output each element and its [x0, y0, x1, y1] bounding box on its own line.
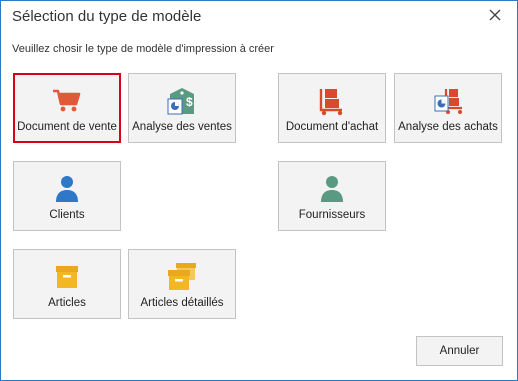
- supplier-person-icon: [316, 174, 348, 204]
- shopping-cart-icon: [51, 86, 83, 116]
- tile-label: Fournisseurs: [298, 209, 366, 221]
- tile-label: Articles détaillés: [140, 297, 224, 309]
- tile-label: Analyse des ventes: [132, 121, 232, 133]
- tile-label: Clients: [49, 209, 85, 221]
- price-tag-chart-icon: $: [166, 86, 198, 116]
- dialog-title: Sélection du type de modèle: [12, 8, 202, 25]
- tile-purchase-analysis[interactable]: Analyse des achats: [394, 73, 502, 143]
- customer-person-icon: [51, 174, 83, 204]
- stacked-boxes-icon: [166, 262, 198, 292]
- svg-text:$: $: [186, 95, 193, 109]
- tile-sales-document[interactable]: Document de vente: [13, 73, 121, 143]
- box-icon: [51, 262, 83, 292]
- dialog-window: Sélection du type de modèle Veuillez cho…: [0, 0, 518, 381]
- close-button[interactable]: [485, 5, 505, 25]
- tile-label: Document d'achat: [285, 121, 379, 133]
- tile-purchase-document[interactable]: Document d'achat: [278, 73, 386, 143]
- tile-detailed-articles[interactable]: Articles détaillés: [128, 249, 236, 319]
- tile-suppliers[interactable]: Fournisseurs: [278, 161, 386, 231]
- hand-truck-icon: [316, 86, 348, 116]
- tile-customers[interactable]: Clients: [13, 161, 121, 231]
- tile-label: Analyse des achats: [398, 121, 498, 133]
- close-icon: [489, 9, 501, 21]
- tile-label: Articles: [48, 297, 86, 309]
- tile-sales-analysis[interactable]: $ Analyse des ventes: [128, 73, 236, 143]
- tile-label: Document de vente: [17, 121, 117, 133]
- hand-truck-chart-icon: [432, 86, 464, 116]
- tile-articles[interactable]: Articles: [13, 249, 121, 319]
- cancel-button[interactable]: Annuler: [416, 336, 503, 366]
- instruction-text: Veuillez chosir le type de modèle d'impr…: [12, 43, 274, 55]
